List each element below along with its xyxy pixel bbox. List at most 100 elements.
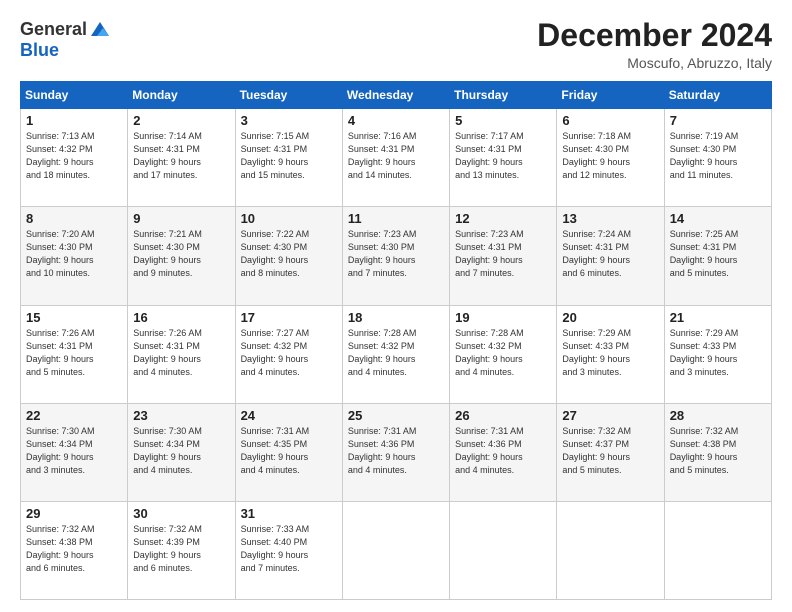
- cell-info: Sunrise: 7:18 AMSunset: 4:30 PMDaylight:…: [562, 131, 631, 180]
- table-row: 5 Sunrise: 7:17 AMSunset: 4:31 PMDayligh…: [450, 109, 557, 207]
- header-friday: Friday: [557, 82, 664, 109]
- table-row: 17 Sunrise: 7:27 AMSunset: 4:32 PMDaylig…: [235, 305, 342, 403]
- calendar-week-row: 8 Sunrise: 7:20 AMSunset: 4:30 PMDayligh…: [21, 207, 772, 305]
- table-row: 3 Sunrise: 7:15 AMSunset: 4:31 PMDayligh…: [235, 109, 342, 207]
- day-number: 2: [133, 113, 229, 128]
- cell-info: Sunrise: 7:23 AMSunset: 4:30 PMDaylight:…: [348, 229, 417, 278]
- cell-info: Sunrise: 7:21 AMSunset: 4:30 PMDaylight:…: [133, 229, 202, 278]
- day-number: 6: [562, 113, 658, 128]
- cell-info: Sunrise: 7:32 AMSunset: 4:39 PMDaylight:…: [133, 524, 202, 573]
- cell-info: Sunrise: 7:26 AMSunset: 4:31 PMDaylight:…: [133, 328, 202, 377]
- cell-info: Sunrise: 7:24 AMSunset: 4:31 PMDaylight:…: [562, 229, 631, 278]
- table-row: 8 Sunrise: 7:20 AMSunset: 4:30 PMDayligh…: [21, 207, 128, 305]
- header: General Blue December 2024 Moscufo, Abru…: [20, 18, 772, 71]
- table-row: 23 Sunrise: 7:30 AMSunset: 4:34 PMDaylig…: [128, 403, 235, 501]
- table-row: 1 Sunrise: 7:13 AMSunset: 4:32 PMDayligh…: [21, 109, 128, 207]
- cell-info: Sunrise: 7:29 AMSunset: 4:33 PMDaylight:…: [562, 328, 631, 377]
- table-row: 9 Sunrise: 7:21 AMSunset: 4:30 PMDayligh…: [128, 207, 235, 305]
- day-number: 11: [348, 211, 444, 226]
- day-number: 1: [26, 113, 122, 128]
- day-number: 4: [348, 113, 444, 128]
- table-row: 27 Sunrise: 7:32 AMSunset: 4:37 PMDaylig…: [557, 403, 664, 501]
- table-row: [664, 501, 771, 599]
- cell-info: Sunrise: 7:30 AMSunset: 4:34 PMDaylight:…: [133, 426, 202, 475]
- cell-info: Sunrise: 7:14 AMSunset: 4:31 PMDaylight:…: [133, 131, 202, 180]
- cell-info: Sunrise: 7:19 AMSunset: 4:30 PMDaylight:…: [670, 131, 739, 180]
- cell-info: Sunrise: 7:32 AMSunset: 4:37 PMDaylight:…: [562, 426, 631, 475]
- day-number: 19: [455, 310, 551, 325]
- day-number: 5: [455, 113, 551, 128]
- table-row: 25 Sunrise: 7:31 AMSunset: 4:36 PMDaylig…: [342, 403, 449, 501]
- calendar-week-row: 29 Sunrise: 7:32 AMSunset: 4:38 PMDaylig…: [21, 501, 772, 599]
- day-number: 9: [133, 211, 229, 226]
- logo-blue: Blue: [20, 40, 59, 60]
- day-number: 22: [26, 408, 122, 423]
- calendar: Sunday Monday Tuesday Wednesday Thursday…: [20, 81, 772, 600]
- month-title: December 2024: [537, 18, 772, 53]
- cell-info: Sunrise: 7:13 AMSunset: 4:32 PMDaylight:…: [26, 131, 95, 180]
- calendar-header-row: Sunday Monday Tuesday Wednesday Thursday…: [21, 82, 772, 109]
- header-saturday: Saturday: [664, 82, 771, 109]
- cell-info: Sunrise: 7:27 AMSunset: 4:32 PMDaylight:…: [241, 328, 310, 377]
- header-sunday: Sunday: [21, 82, 128, 109]
- table-row: 22 Sunrise: 7:30 AMSunset: 4:34 PMDaylig…: [21, 403, 128, 501]
- day-number: 23: [133, 408, 229, 423]
- cell-info: Sunrise: 7:16 AMSunset: 4:31 PMDaylight:…: [348, 131, 417, 180]
- cell-info: Sunrise: 7:15 AMSunset: 4:31 PMDaylight:…: [241, 131, 310, 180]
- table-row: 31 Sunrise: 7:33 AMSunset: 4:40 PMDaylig…: [235, 501, 342, 599]
- cell-info: Sunrise: 7:28 AMSunset: 4:32 PMDaylight:…: [348, 328, 417, 377]
- table-row: 7 Sunrise: 7:19 AMSunset: 4:30 PMDayligh…: [664, 109, 771, 207]
- table-row: [450, 501, 557, 599]
- table-row: 14 Sunrise: 7:25 AMSunset: 4:31 PMDaylig…: [664, 207, 771, 305]
- cell-info: Sunrise: 7:25 AMSunset: 4:31 PMDaylight:…: [670, 229, 739, 278]
- table-row: 26 Sunrise: 7:31 AMSunset: 4:36 PMDaylig…: [450, 403, 557, 501]
- table-row: 18 Sunrise: 7:28 AMSunset: 4:32 PMDaylig…: [342, 305, 449, 403]
- cell-info: Sunrise: 7:33 AMSunset: 4:40 PMDaylight:…: [241, 524, 310, 573]
- table-row: [557, 501, 664, 599]
- day-number: 17: [241, 310, 337, 325]
- table-row: 16 Sunrise: 7:26 AMSunset: 4:31 PMDaylig…: [128, 305, 235, 403]
- cell-info: Sunrise: 7:28 AMSunset: 4:32 PMDaylight:…: [455, 328, 524, 377]
- table-row: 12 Sunrise: 7:23 AMSunset: 4:31 PMDaylig…: [450, 207, 557, 305]
- location: Moscufo, Abruzzo, Italy: [537, 55, 772, 71]
- day-number: 14: [670, 211, 766, 226]
- title-block: December 2024 Moscufo, Abruzzo, Italy: [537, 18, 772, 71]
- cell-info: Sunrise: 7:31 AMSunset: 4:36 PMDaylight:…: [348, 426, 417, 475]
- day-number: 27: [562, 408, 658, 423]
- day-number: 31: [241, 506, 337, 521]
- logo-general: General: [20, 19, 87, 40]
- calendar-week-row: 15 Sunrise: 7:26 AMSunset: 4:31 PMDaylig…: [21, 305, 772, 403]
- cell-info: Sunrise: 7:30 AMSunset: 4:34 PMDaylight:…: [26, 426, 95, 475]
- day-number: 10: [241, 211, 337, 226]
- table-row: 6 Sunrise: 7:18 AMSunset: 4:30 PMDayligh…: [557, 109, 664, 207]
- cell-info: Sunrise: 7:22 AMSunset: 4:30 PMDaylight:…: [241, 229, 310, 278]
- day-number: 15: [26, 310, 122, 325]
- cell-info: Sunrise: 7:29 AMSunset: 4:33 PMDaylight:…: [670, 328, 739, 377]
- table-row: 29 Sunrise: 7:32 AMSunset: 4:38 PMDaylig…: [21, 501, 128, 599]
- header-tuesday: Tuesday: [235, 82, 342, 109]
- cell-info: Sunrise: 7:31 AMSunset: 4:36 PMDaylight:…: [455, 426, 524, 475]
- logo-icon: [89, 18, 111, 40]
- day-number: 16: [133, 310, 229, 325]
- day-number: 30: [133, 506, 229, 521]
- calendar-week-row: 22 Sunrise: 7:30 AMSunset: 4:34 PMDaylig…: [21, 403, 772, 501]
- cell-info: Sunrise: 7:32 AMSunset: 4:38 PMDaylight:…: [26, 524, 95, 573]
- table-row: 24 Sunrise: 7:31 AMSunset: 4:35 PMDaylig…: [235, 403, 342, 501]
- day-number: 25: [348, 408, 444, 423]
- table-row: 11 Sunrise: 7:23 AMSunset: 4:30 PMDaylig…: [342, 207, 449, 305]
- day-number: 20: [562, 310, 658, 325]
- day-number: 3: [241, 113, 337, 128]
- day-number: 18: [348, 310, 444, 325]
- table-row: 2 Sunrise: 7:14 AMSunset: 4:31 PMDayligh…: [128, 109, 235, 207]
- header-thursday: Thursday: [450, 82, 557, 109]
- cell-info: Sunrise: 7:20 AMSunset: 4:30 PMDaylight:…: [26, 229, 95, 278]
- table-row: 10 Sunrise: 7:22 AMSunset: 4:30 PMDaylig…: [235, 207, 342, 305]
- table-row: 4 Sunrise: 7:16 AMSunset: 4:31 PMDayligh…: [342, 109, 449, 207]
- day-number: 13: [562, 211, 658, 226]
- cell-info: Sunrise: 7:23 AMSunset: 4:31 PMDaylight:…: [455, 229, 524, 278]
- day-number: 12: [455, 211, 551, 226]
- day-number: 21: [670, 310, 766, 325]
- cell-info: Sunrise: 7:32 AMSunset: 4:38 PMDaylight:…: [670, 426, 739, 475]
- day-number: 8: [26, 211, 122, 226]
- table-row: 19 Sunrise: 7:28 AMSunset: 4:32 PMDaylig…: [450, 305, 557, 403]
